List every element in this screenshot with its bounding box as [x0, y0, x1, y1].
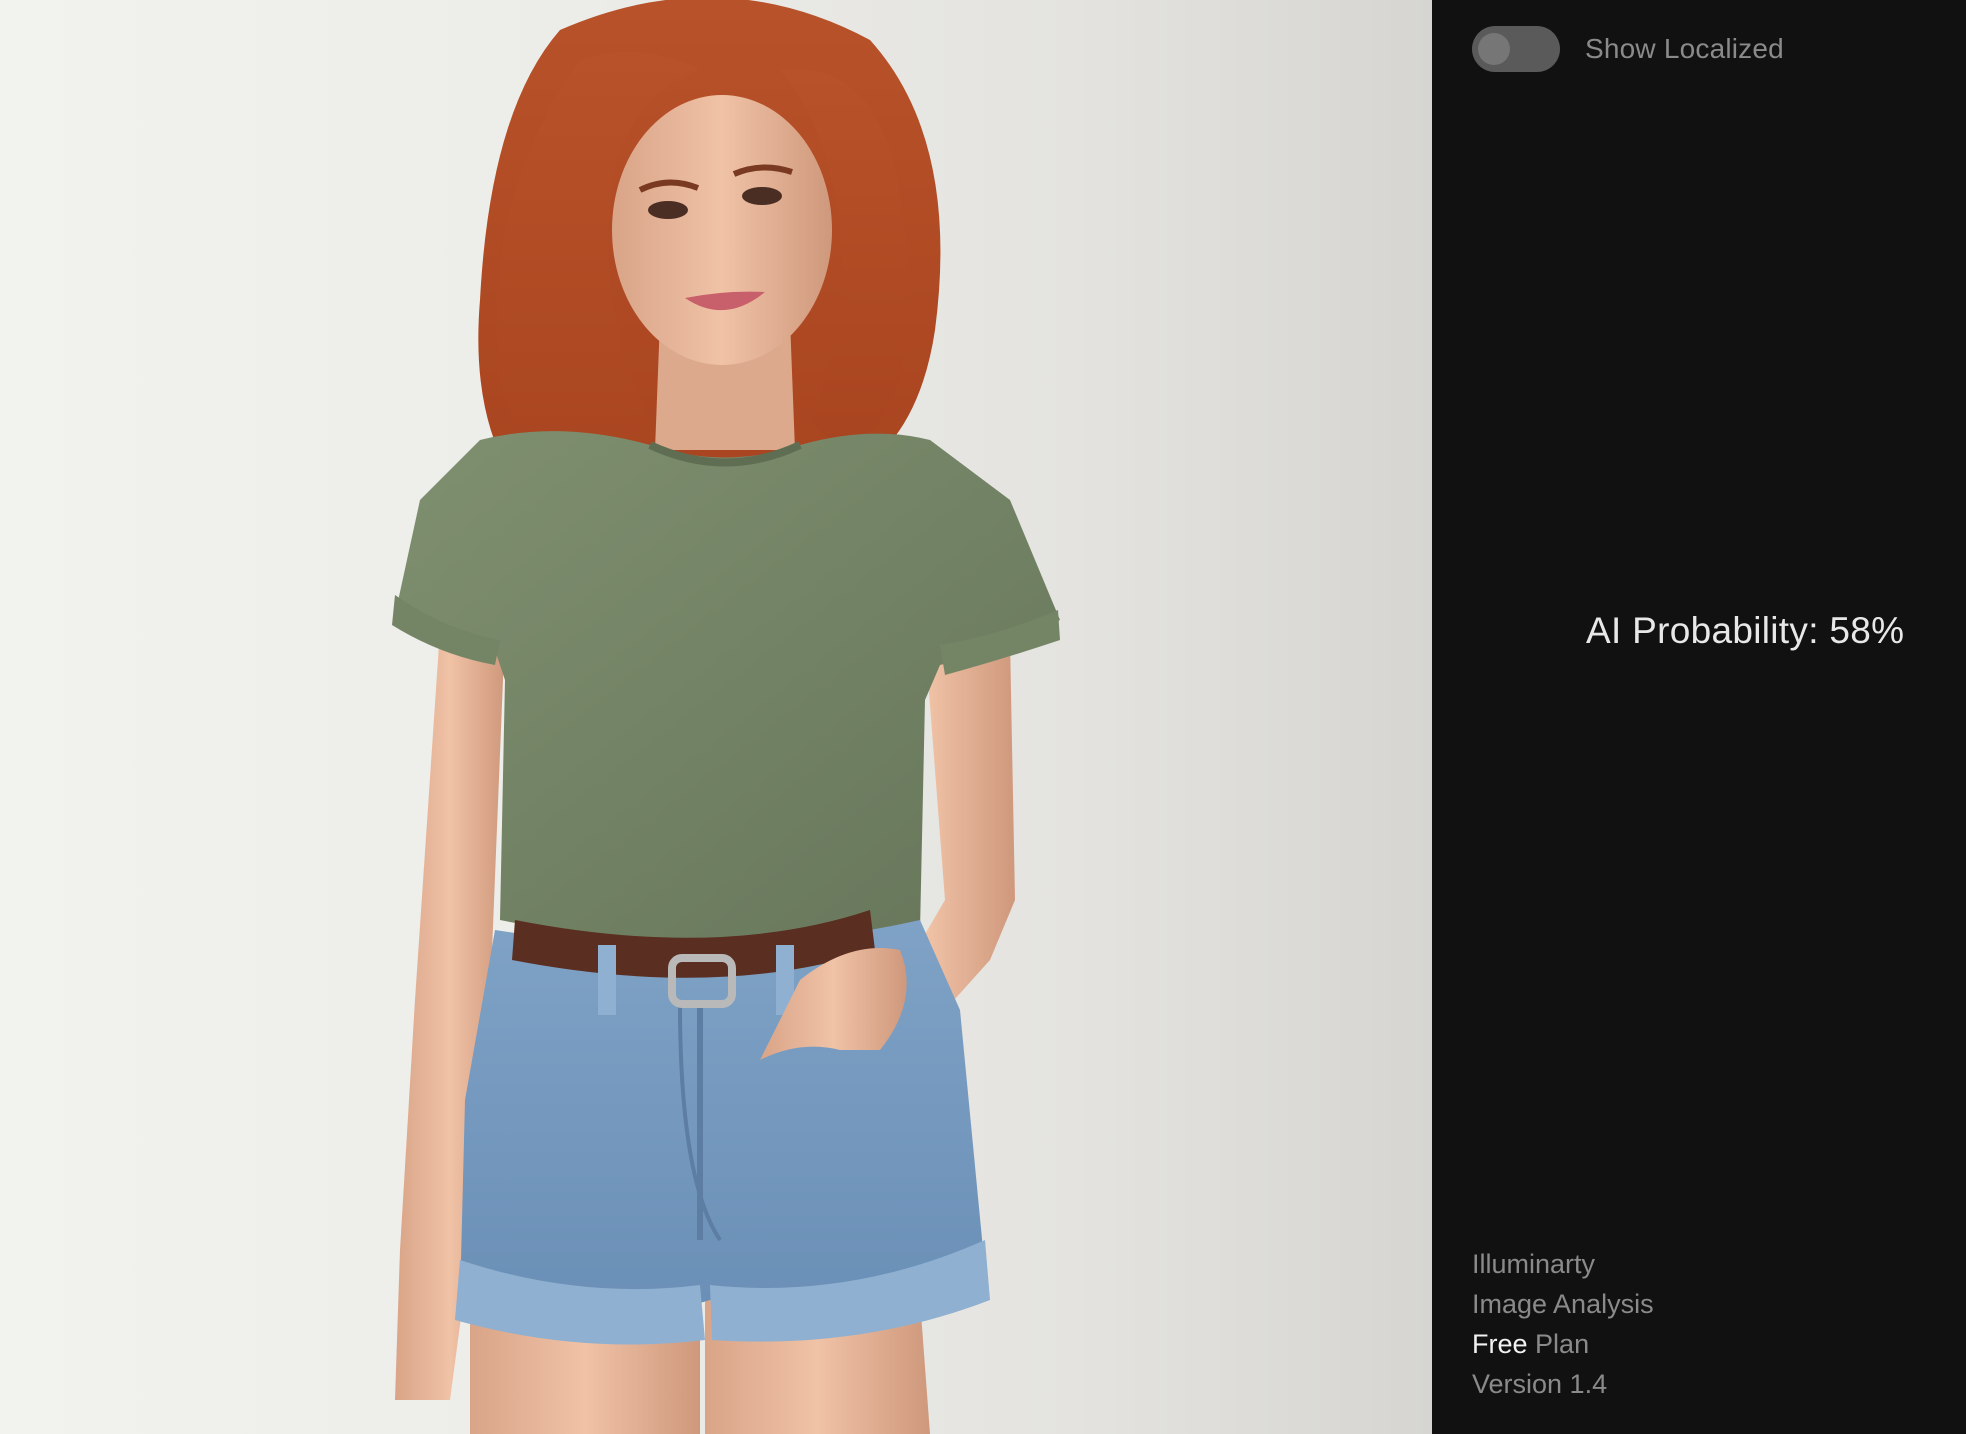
plan-suffix: Plan	[1535, 1329, 1590, 1359]
analyzed-image	[0, 0, 1432, 1434]
version-label: Version 1.4	[1472, 1369, 1608, 1399]
plan-line: Free Plan	[1472, 1324, 1654, 1364]
portrait-illustration	[392, 0, 1060, 1434]
app-subtitle: Image Analysis	[1472, 1289, 1654, 1319]
app-window: Show Localized AI Probability: 58% Illum…	[0, 0, 1966, 1434]
show-localized-label: Show Localized	[1585, 33, 1784, 64]
toggle-knob	[1478, 33, 1510, 65]
plan-name: Free	[1472, 1329, 1528, 1359]
show-localized-toggle[interactable]	[1472, 26, 1560, 72]
show-localized-row[interactable]: Show Localized	[1472, 26, 1784, 72]
results-sidebar: Show Localized AI Probability: 58% Illum…	[1432, 0, 1966, 1434]
ai-probability-result: AI Probability: 58%	[1586, 610, 1905, 651]
app-name: Illuminarty	[1472, 1249, 1596, 1279]
app-info-footer: Illuminarty Image Analysis Free Plan Ver…	[1472, 1244, 1654, 1404]
